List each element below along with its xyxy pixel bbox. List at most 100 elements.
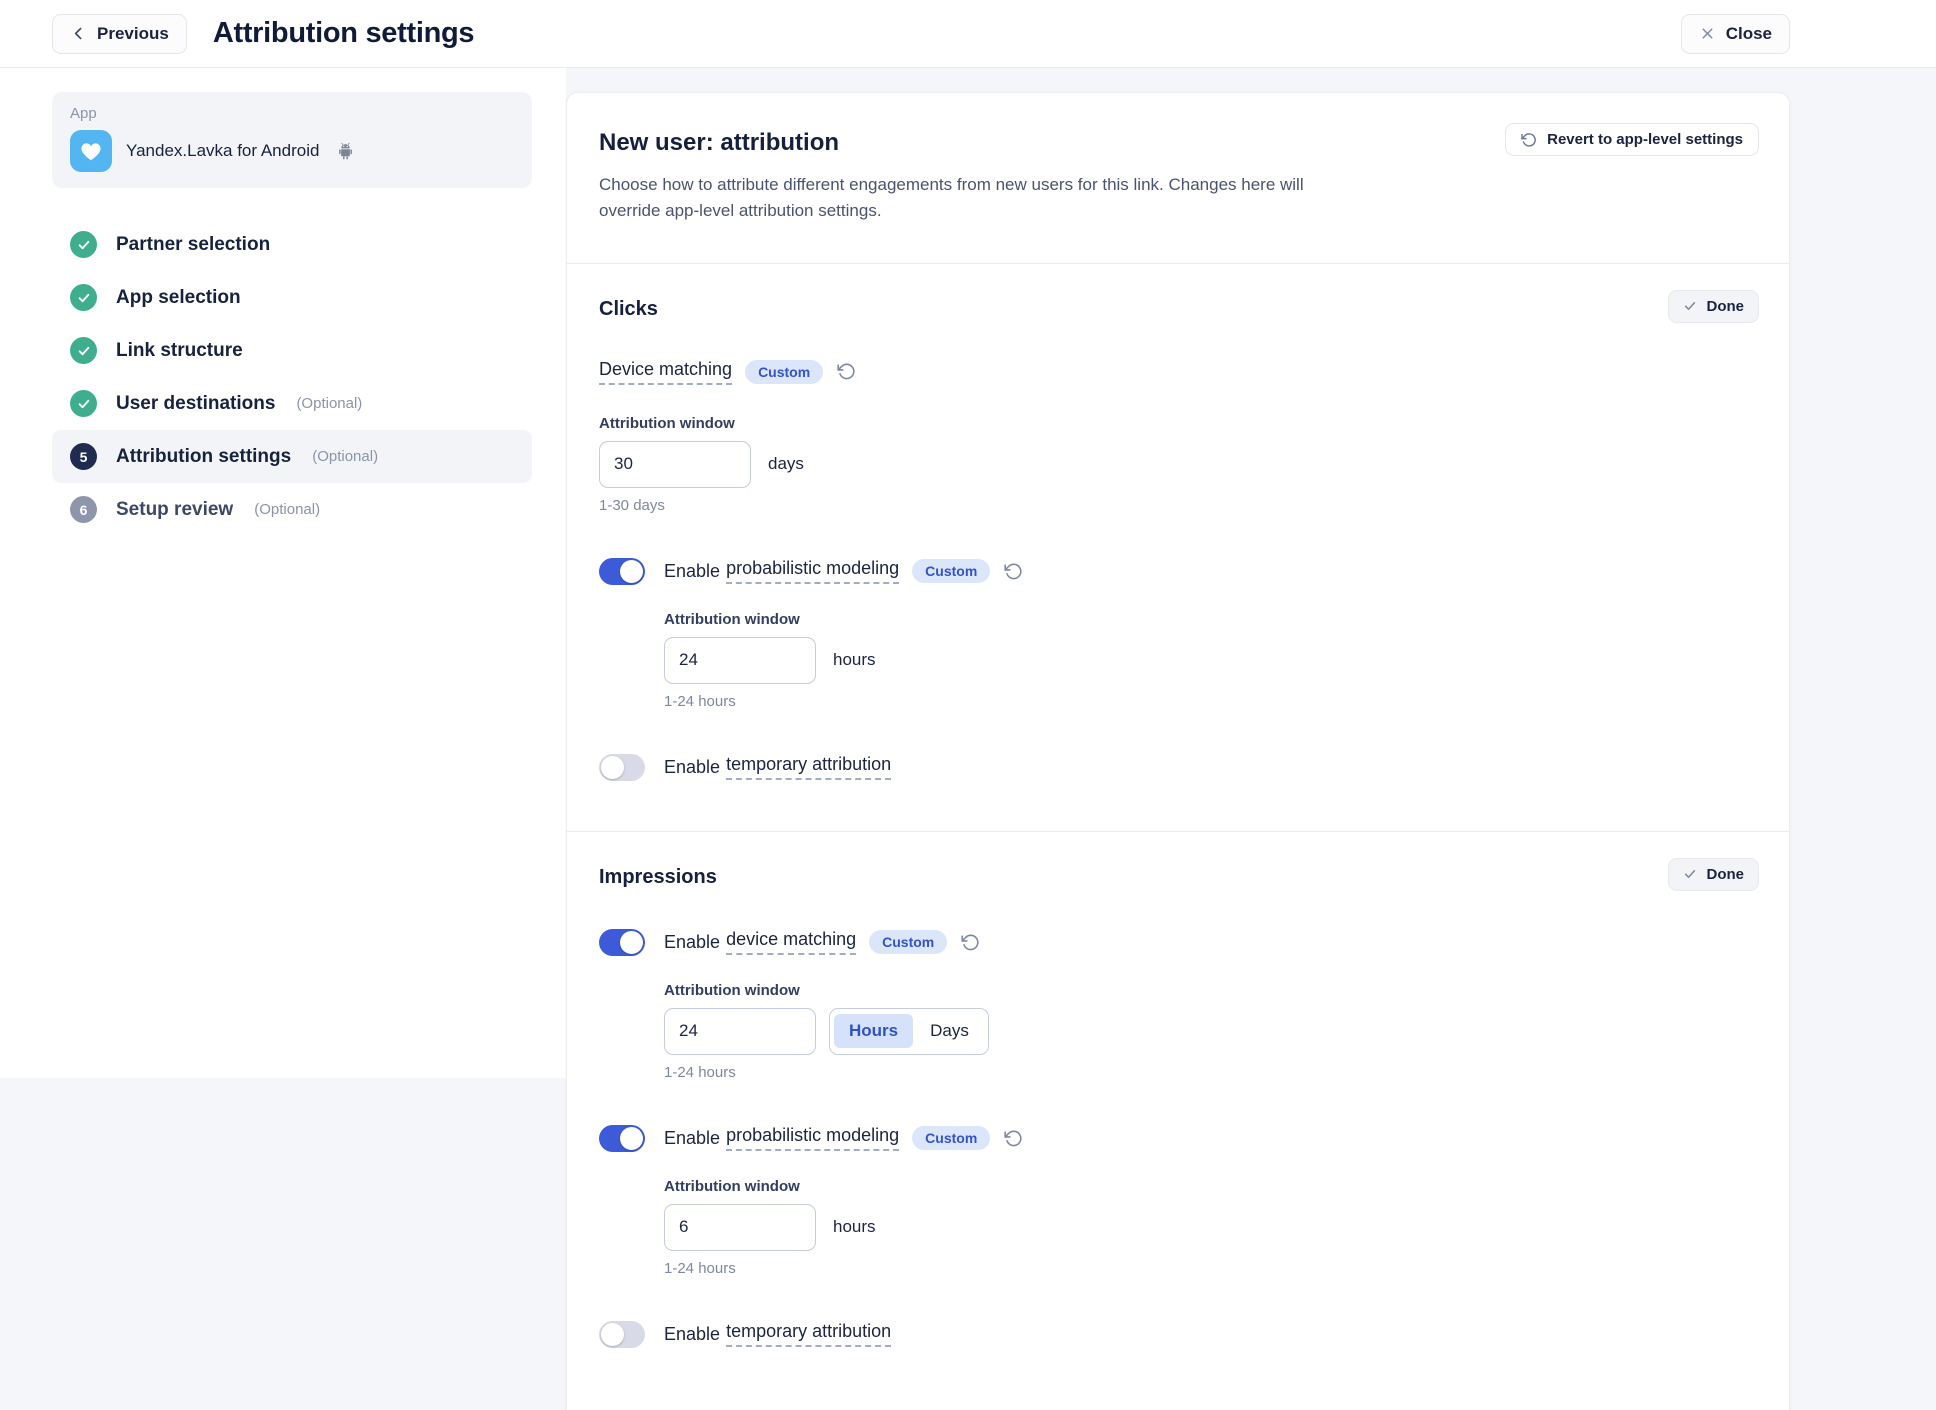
probabilistic-window-input[interactable] [664,1204,816,1251]
close-button[interactable]: Close [1681,14,1790,54]
attribution-settings-panel: New user: attribution Choose how to attr… [566,92,1790,1410]
previous-label: Previous [97,24,169,44]
unit-label: days [768,454,804,474]
custom-badge: Custom [869,930,947,954]
toggle-knob [601,756,624,779]
device-matching-link[interactable]: device matching [726,929,856,955]
range-hint: 1-24 hours [664,1064,1757,1081]
sidebar-step-setup-review[interactable]: 6 Setup review (Optional) [52,483,532,536]
close-label: Close [1726,24,1772,44]
enable-prefix: Enable [664,1324,720,1345]
device-matching-revert-button[interactable] [837,362,856,381]
range-hint: 1-30 days [599,497,1757,514]
revert-to-app-level-button[interactable]: Revert to app-level settings [1505,123,1759,156]
step-label: App selection [116,287,241,309]
toggle-knob [620,931,643,954]
step-label: User destinations [116,393,275,415]
step-label: Setup review [116,499,233,521]
sidebar-step-user-destinations[interactable]: User destinations (Optional) [52,377,532,430]
temporary-attribution-link[interactable]: temporary attribution [726,1321,891,1347]
device-matching-settings: Attribution window Hours Days 1-24 hours [664,982,1757,1081]
top-bar: Previous Attribution settings Close [0,0,1936,68]
probabilistic-modeling-toggle[interactable] [599,558,645,585]
probabilistic-revert-button[interactable] [1004,1129,1023,1148]
step-label: Partner selection [116,234,270,256]
temporary-attribution-link[interactable]: temporary attribution [726,754,891,780]
clicks-window-field: Attribution window days 1-30 days [599,415,1757,514]
probabilistic-modeling-link[interactable]: probabilistic modeling [726,558,899,584]
unit-label: hours [833,1217,876,1237]
device-matching-link[interactable]: Device matching [599,359,732,385]
sidebar-step-link-structure[interactable]: Link structure [52,324,532,377]
days-option[interactable]: Days [915,1014,984,1048]
enable-prefix: Enable [664,932,720,953]
temporary-attribution-row: Enable temporary attribution [599,754,1757,781]
custom-badge: Custom [745,360,823,384]
check-circle-icon [70,337,97,364]
revert-icon [837,362,856,381]
device-matching-revert-button[interactable] [961,933,980,952]
step-optional-tag: (Optional) [254,501,320,518]
probabilistic-modeling-row: Enable probabilistic modeling Custom [599,558,1757,585]
probabilistic-settings: Attribution window hours 1-24 hours [664,611,1757,710]
step-optional-tag: (Optional) [312,448,378,465]
clicks-section: Clicks Done Device matching Custom Attri… [567,263,1789,831]
probabilistic-modeling-link[interactable]: probabilistic modeling [726,1125,899,1151]
toggle-knob [601,1323,624,1346]
custom-badge: Custom [912,1126,990,1150]
step-optional-tag: (Optional) [296,395,362,412]
revert-icon [1004,1129,1023,1148]
device-matching-row: Enable device matching Custom [599,929,1757,956]
range-hint: 1-24 hours [664,693,1757,710]
yandex-lavka-app-icon [70,130,112,172]
attribution-window-label: Attribution window [599,415,1757,432]
content-area: App Yandex.Lavka for Android [0,68,1936,1410]
panel-header: New user: attribution Choose how to attr… [567,93,1789,263]
device-matching-toggle[interactable] [599,929,645,956]
device-matching-row: Device matching Custom [599,359,1757,385]
impressions-title: Impressions [599,866,1757,889]
revert-icon [1521,132,1537,148]
impressions-section: Impressions Done Enable device matching … [567,831,1789,1398]
enable-prefix: Enable [664,561,720,582]
app-label: App [70,105,514,122]
sidebar: App Yandex.Lavka for Android [52,92,532,536]
done-label: Done [1707,298,1745,315]
hours-option[interactable]: Hours [834,1014,913,1048]
probabilistic-window-input[interactable] [664,637,816,684]
attribution-window-label: Attribution window [664,982,1757,999]
probabilistic-revert-button[interactable] [1004,562,1023,581]
temporary-attribution-row: Enable temporary attribution [599,1321,1757,1348]
attribution-window-label: Attribution window [664,1178,1757,1195]
check-icon [1683,299,1697,313]
enable-prefix: Enable [664,757,720,778]
step-number-badge: 5 [70,443,97,470]
revert-icon [1004,562,1023,581]
heart-logo-icon [79,139,103,163]
done-label: Done [1707,866,1745,883]
probabilistic-modeling-row: Enable probabilistic modeling Custom [599,1125,1757,1152]
app-name: Yandex.Lavka for Android [126,141,319,161]
revert-icon [961,933,980,952]
sidebar-step-partner-selection[interactable]: Partner selection [52,218,532,271]
device-window-input[interactable] [664,1008,816,1055]
range-hint: 1-24 hours [664,1260,1757,1277]
impressions-done-button[interactable]: Done [1668,858,1760,891]
android-icon [335,141,356,162]
probabilistic-modeling-toggle[interactable] [599,1125,645,1152]
enable-prefix: Enable [664,1128,720,1149]
sidebar-step-app-selection[interactable]: App selection [52,271,532,324]
clicks-title: Clicks [599,298,1757,321]
toggle-knob [620,1127,643,1150]
check-circle-icon [70,231,97,258]
temporary-attribution-toggle[interactable] [599,1321,645,1348]
check-icon [1683,867,1697,881]
unit-segmented-control: Hours Days [829,1008,989,1055]
previous-button[interactable]: Previous [52,14,187,54]
clicks-window-input[interactable] [599,441,751,488]
clicks-done-button[interactable]: Done [1668,290,1760,323]
temporary-attribution-toggle[interactable] [599,754,645,781]
probabilistic-settings: Attribution window hours 1-24 hours [664,1178,1757,1277]
app-box: App Yandex.Lavka for Android [52,92,532,188]
sidebar-step-attribution-settings[interactable]: 5 Attribution settings (Optional) [52,430,532,483]
